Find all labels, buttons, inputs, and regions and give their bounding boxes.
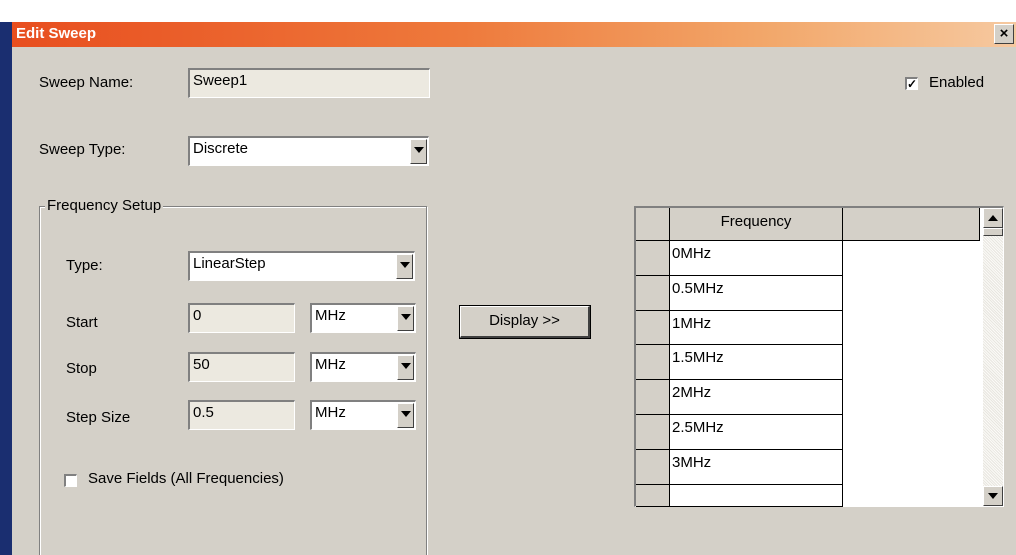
type-select[interactable]: LinearStep (188, 251, 415, 281)
sweep-name-input[interactable]: Sweep1 (188, 68, 430, 98)
empty-column-header (843, 208, 980, 241)
enabled-checkbox[interactable]: ✓ (905, 77, 918, 90)
frequency-column-header[interactable]: Frequency (670, 208, 843, 241)
scroll-thumb[interactable] (983, 228, 1003, 236)
chevron-down-icon[interactable] (397, 355, 414, 380)
stop-label: Stop (66, 360, 97, 377)
row-header[interactable] (636, 241, 670, 276)
stop-unit-value: MHz (315, 356, 346, 373)
enabled-label: Enabled (929, 74, 985, 91)
start-unit-value: MHz (315, 307, 346, 324)
row-header[interactable] (636, 485, 670, 507)
start-label: Start (66, 314, 98, 331)
step-size-input[interactable]: 0.5 (188, 400, 295, 430)
table-corner (636, 208, 670, 241)
sweep-type-select[interactable]: Discrete (188, 136, 429, 166)
row-header[interactable] (636, 345, 670, 380)
slide-background-strip (0, 0, 1016, 22)
row-header[interactable] (636, 276, 670, 311)
frequency-setup-label: Frequency Setup (45, 197, 164, 214)
step-size-unit-value: MHz (315, 404, 346, 421)
table-cell[interactable]: 2.5MHz (670, 415, 843, 450)
display-button[interactable]: Display >> (459, 305, 591, 339)
table-cell[interactable]: 1.5MHz (670, 345, 843, 380)
chevron-down-icon[interactable] (410, 139, 427, 164)
scroll-up-icon[interactable] (983, 208, 1003, 228)
table-cell[interactable]: 0.5MHz (670, 276, 843, 311)
table-cell[interactable] (670, 485, 843, 507)
row-header[interactable] (636, 380, 670, 415)
start-input[interactable]: 0 (188, 303, 295, 333)
chevron-down-icon[interactable] (397, 306, 414, 331)
close-button[interactable]: × (994, 24, 1014, 44)
row-header[interactable] (636, 450, 670, 485)
table-cell[interactable]: 0MHz (670, 241, 843, 276)
frequency-table: Frequency 0MHz 0.5MHz 1MHz 1.5MHz 2MHz 2… (634, 206, 1004, 507)
start-unit-select[interactable]: MHz (310, 303, 416, 333)
type-value: LinearStep (193, 255, 266, 272)
step-size-unit-select[interactable]: MHz (310, 400, 416, 430)
table-cell[interactable]: 3MHz (670, 450, 843, 485)
sweep-type-value: Discrete (193, 140, 249, 157)
vertical-scrollbar[interactable] (983, 208, 1003, 506)
title-bar: Edit Sweep × (12, 22, 1016, 47)
enabled-check-icon: ✓ (905, 77, 918, 91)
step-size-label: Step Size (66, 409, 131, 426)
stop-unit-select[interactable]: MHz (310, 352, 416, 382)
edit-sweep-dialog: Edit Sweep × Sweep Name: Sweep1 ✓ Enable… (12, 22, 1016, 555)
close-icon: × (999, 25, 1009, 42)
save-fields-label: Save Fields (All Frequencies) (88, 470, 284, 487)
chevron-down-icon[interactable] (396, 254, 413, 279)
stop-input[interactable]: 50 (188, 352, 295, 382)
table-cell[interactable]: 2MHz (670, 380, 843, 415)
row-header[interactable] (636, 415, 670, 450)
sweep-name-label: Sweep Name: (39, 74, 134, 91)
type-label: Type: (66, 257, 103, 274)
scroll-down-icon[interactable] (983, 486, 1003, 506)
dialog-title: Edit Sweep (16, 25, 97, 42)
save-fields-checkbox[interactable] (64, 474, 77, 487)
row-header[interactable] (636, 311, 670, 345)
table-cell[interactable]: 1MHz (670, 311, 843, 345)
chevron-down-icon[interactable] (397, 403, 414, 428)
sweep-type-label: Sweep Type: (39, 141, 126, 158)
